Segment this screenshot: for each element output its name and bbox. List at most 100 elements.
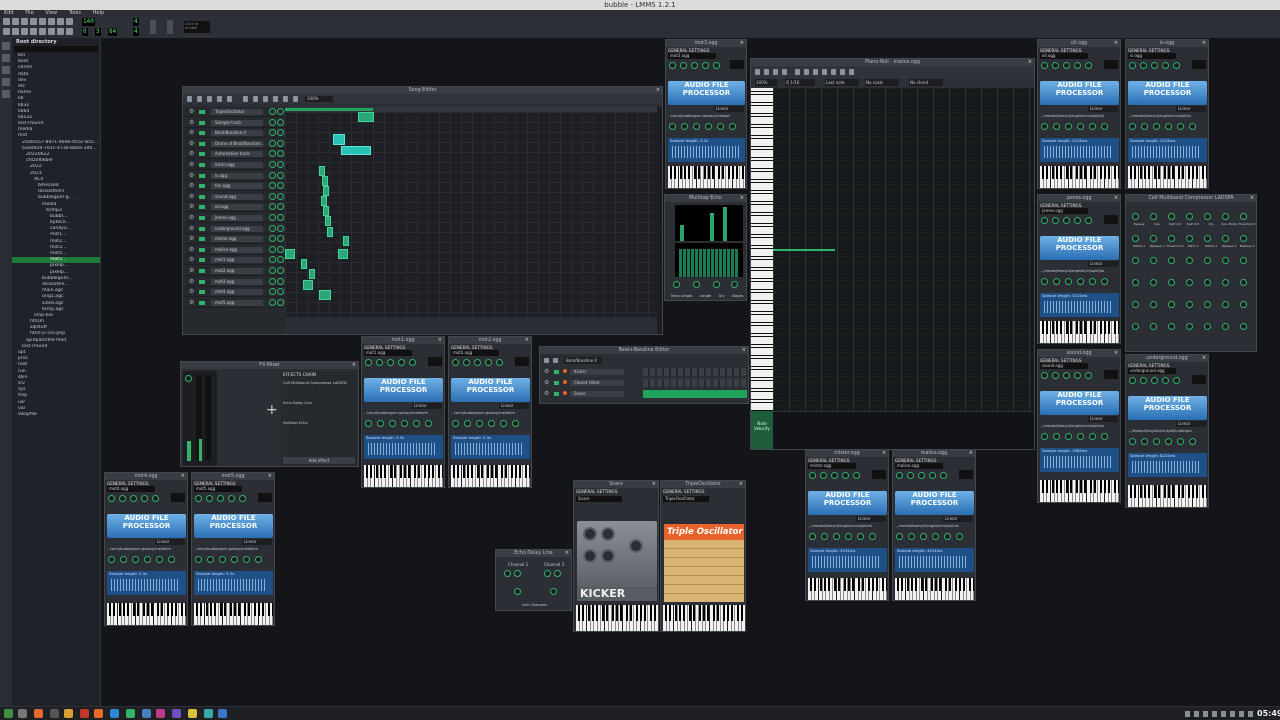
volume-knob[interactable] [269,203,276,211]
afp-knob[interactable] [1153,123,1160,130]
calf-knob[interactable] [1204,279,1211,286]
calf-knob[interactable] [1168,235,1175,242]
afp-knob[interactable] [907,472,914,479]
play-icon[interactable] [187,96,192,102]
gear-icon[interactable]: ⚙ [189,183,194,189]
piano-keyboard[interactable] [663,605,745,631]
bb-track-row[interactable]: ⚙ Snare [540,389,748,399]
afp-knob[interactable] [705,123,712,130]
afp-knob[interactable] [387,359,394,366]
end-freq-knob[interactable] [601,527,615,541]
app-icon[interactable] [110,709,119,718]
calf-knob[interactable] [1168,301,1175,308]
afp-knob[interactable] [693,123,700,130]
add-automation-track-icon[interactable] [227,96,232,102]
instrument-name-input[interactable]: mot4.ogg [107,486,155,492]
gear-icon[interactable]: ⚙ [189,299,194,306]
afp-knob[interactable] [918,472,925,479]
delay-knob-1[interactable] [504,570,511,577]
mute-toggle[interactable] [199,300,205,305]
sample-path[interactable]: .../ttomp3/english/ch/split/underground.… [1128,429,1192,435]
afp-knob[interactable] [1173,377,1180,384]
afp-knob[interactable] [168,556,175,563]
afp-knob[interactable] [1141,123,1148,130]
sample-waveform[interactable]: Sample length: 3.3s [364,435,443,459]
pattern-clip[interactable] [319,290,331,300]
pan-knob[interactable] [277,182,284,190]
effect-row[interactable]: Echo Delay Line [283,401,355,405]
afp-knob[interactable] [1053,278,1060,285]
copy-icon[interactable] [840,69,845,75]
send-knob[interactable] [185,375,192,382]
afp-knob[interactable] [1052,372,1059,379]
calf-knob[interactable] [1168,279,1175,286]
interpolation-select[interactable]: Linear [499,403,529,409]
instrument-name-input[interactable]: Snare [576,496,622,502]
add-channel-icon[interactable]: + [266,402,278,418]
track-name[interactable]: mot1.ogg [211,257,263,264]
afp-knob[interactable] [389,420,396,427]
afp-knob[interactable] [463,359,470,366]
close-icon[interactable]: × [1028,59,1032,66]
instrument-name-input[interactable]: is.ogg [1128,53,1176,59]
sample-path[interactable]: ...terry/bubblegum-galaxy/media/mot2.ogg [451,411,515,417]
afp-knob[interactable] [1085,62,1092,69]
calf-knob[interactable] [1222,323,1229,330]
interpolation-select[interactable]: Linear [1088,261,1118,267]
app-icon[interactable] [188,709,197,718]
new-from-template-icon[interactable] [12,18,19,25]
play-icon[interactable] [755,69,760,75]
track-row[interactable]: ⚙ Beat/Bassline 0 [185,128,285,139]
pan-knob[interactable] [277,256,284,264]
add-effect-button[interactable]: Add effect [283,457,355,464]
distortion-knob[interactable] [601,549,615,563]
calf-knob[interactable] [1222,213,1229,220]
volume-knob[interactable] [269,277,276,285]
sample-waveform[interactable]: Sample length: 3224ms [1040,293,1119,317]
piano-keyboard[interactable] [1128,166,1207,188]
track-name[interactable]: Automation track [211,151,263,158]
instrument-name-input[interactable]: mot1.ogg [364,350,412,356]
pr-quantize-select[interactable]: Q 1/16 [785,79,815,86]
afp-knob[interactable] [920,533,927,540]
afp-knob[interactable] [1074,62,1081,69]
calf-knob[interactable] [1204,323,1211,330]
afp-knob[interactable] [452,420,459,427]
close-icon[interactable]: × [1114,195,1118,202]
mixer-settings-icon[interactable] [66,28,73,35]
calf-knob[interactable] [1150,235,1157,242]
terminal-icon[interactable] [50,709,59,718]
interpolation-select[interactable]: Linear [242,539,272,545]
afp-knob[interactable] [219,556,226,563]
pan-knob[interactable] [277,118,284,126]
pan-knob[interactable] [277,288,284,296]
bb-editor-toggle-icon[interactable] [12,28,19,35]
mute-toggle[interactable] [554,370,559,374]
mute-toggle[interactable] [199,184,205,189]
sample-waveform[interactable]: Sample length: 3224ms [1128,138,1207,162]
sample-path[interactable]: ...terry/bubblegum-galaxy/media/mot3.ogg [668,114,730,120]
track-name[interactable]: oil.ogg [211,204,263,211]
afp-knob[interactable] [1089,123,1096,130]
track-row[interactable]: ⚙ mot1.ogg [185,255,285,266]
start-freq-knob[interactable] [583,527,597,541]
afp-knob[interactable] [821,533,828,540]
afp-knob[interactable] [842,472,849,479]
lmms-icon[interactable] [126,709,135,718]
gear-icon[interactable]: ⚙ [189,268,194,274]
volume-knob[interactable] [269,139,276,147]
mute-toggle[interactable] [554,381,559,385]
step-pattern[interactable] [643,390,747,398]
instrument-name-input[interactable]: malice.ogg [895,463,943,469]
pr-zoom-select[interactable]: 100% [755,79,777,86]
track-name[interactable]: Sample track [211,119,263,126]
tempo-display[interactable]: 140 [82,18,95,26]
afp-knob[interactable] [255,556,262,563]
volume-knob[interactable] [269,235,276,243]
system-tray-icons[interactable] [1185,711,1255,717]
close-icon[interactable]: × [969,450,973,457]
afp-knob[interactable] [669,62,676,69]
instrument-name-input[interactable]: mot5.ogg [194,486,242,492]
afp-knob[interactable] [680,62,687,69]
detune-mode-icon[interactable] [822,69,827,75]
